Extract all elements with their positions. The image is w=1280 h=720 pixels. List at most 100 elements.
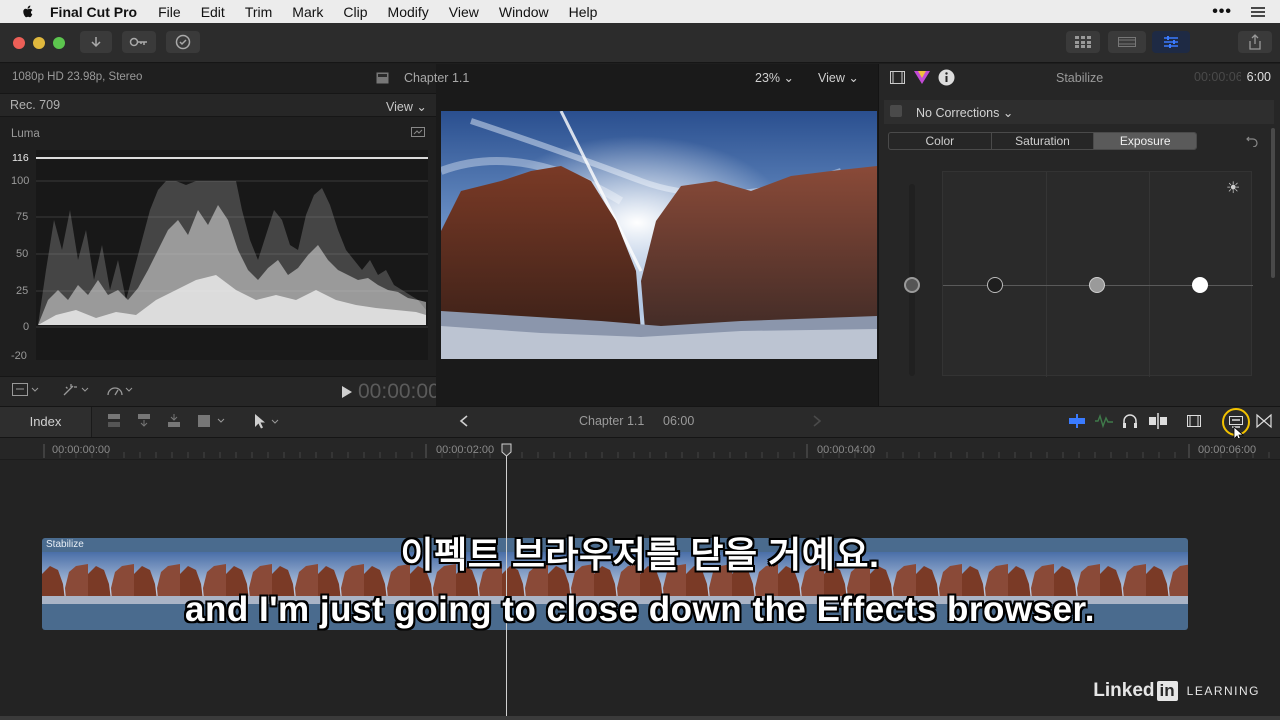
exposure-sun-icon: ☀ bbox=[1226, 180, 1241, 197]
ruler-label-2: 00:00:02:00 bbox=[436, 444, 495, 456]
index-button[interactable]: Index bbox=[0, 407, 92, 437]
control-center-icon[interactable] bbox=[1250, 5, 1266, 19]
close-window-button[interactable] bbox=[13, 37, 25, 49]
color-space-label: Rec. 709 bbox=[10, 98, 61, 112]
snapping-icon[interactable] bbox=[1148, 413, 1168, 429]
window-bottom-edge bbox=[0, 716, 1280, 720]
reset-icon[interactable] bbox=[1246, 135, 1258, 147]
check-circle-icon bbox=[175, 34, 191, 50]
zoom-value: 23% bbox=[755, 71, 781, 85]
insert-clip-icon[interactable] bbox=[136, 413, 152, 429]
scope-tick-25: 25 bbox=[16, 285, 29, 297]
append-clip-icon[interactable] bbox=[166, 413, 182, 429]
overwrite-menu[interactable] bbox=[196, 413, 228, 432]
menu-help[interactable]: Help bbox=[569, 4, 598, 20]
color-board-tabs: Color Saturation Exposure bbox=[888, 132, 1197, 150]
linkedin-brand: Linked bbox=[1093, 680, 1155, 701]
transform-menu[interactable] bbox=[62, 383, 92, 400]
headphones-icon[interactable] bbox=[1122, 413, 1138, 429]
tab-color[interactable]: Color bbox=[889, 133, 992, 149]
ruler-label-6: 00:00:06:00 bbox=[1198, 444, 1257, 456]
ruler-label-0: 00:00:00:00 bbox=[52, 444, 111, 456]
menu-modify[interactable]: Modify bbox=[388, 4, 429, 20]
key-icon bbox=[129, 37, 147, 47]
exposure-board bbox=[942, 171, 1253, 377]
menu-mark[interactable]: Mark bbox=[292, 4, 323, 20]
more-icon[interactable]: ••• bbox=[1212, 3, 1232, 21]
color-inspector-icon[interactable] bbox=[914, 71, 930, 84]
audio-skimming-icon[interactable] bbox=[1094, 413, 1114, 429]
clip-appearance-icon[interactable] bbox=[1186, 413, 1202, 429]
scope-header bbox=[0, 93, 436, 117]
connect-clip-icon[interactable] bbox=[106, 413, 122, 429]
timeline-ruler[interactable]: 00:00:00:00 00:00:02:00 00:00:04:00 00:0… bbox=[0, 438, 1280, 460]
tab-saturation[interactable]: Saturation bbox=[992, 133, 1095, 149]
zoom-menu[interactable]: 23% ⌄ bbox=[755, 70, 794, 85]
corrections-label: No Corrections bbox=[916, 106, 1000, 120]
scope-settings-icon[interactable] bbox=[411, 127, 425, 139]
share-icon bbox=[1249, 34, 1261, 50]
filmstrip-icon bbox=[1118, 37, 1136, 47]
speedometer-icon bbox=[107, 387, 133, 396]
menu-view[interactable]: View bbox=[449, 4, 479, 20]
scope-tick-116: 116 bbox=[12, 152, 29, 164]
inspector-scrollbar[interactable] bbox=[1271, 128, 1275, 278]
minimize-window-button[interactable] bbox=[33, 37, 45, 49]
menu-file[interactable]: File bbox=[158, 4, 181, 20]
viewer-view-label: View bbox=[818, 71, 845, 85]
forward-arrow-icon[interactable] bbox=[812, 415, 822, 427]
show-timeline-button[interactable] bbox=[1108, 31, 1146, 53]
share-button[interactable] bbox=[1238, 31, 1272, 53]
skimming-icon[interactable] bbox=[1067, 413, 1087, 429]
playhead-handle[interactable] bbox=[501, 443, 512, 457]
corrections-menu[interactable]: No Corrections ⌄ bbox=[916, 105, 1013, 120]
viewer-frame bbox=[441, 111, 877, 359]
subtitle-korean: 이펙트 브라우저를 닫을 거예요. bbox=[400, 534, 880, 575]
app-menu[interactable]: Final Cut Pro bbox=[50, 4, 137, 20]
play-icon[interactable] bbox=[342, 386, 352, 398]
video-inspector-icon[interactable] bbox=[890, 71, 905, 84]
corrections-checkbox[interactable] bbox=[890, 105, 902, 117]
show-inspector-button[interactable] bbox=[1152, 31, 1190, 53]
info-inspector-icon[interactable] bbox=[938, 69, 955, 86]
menu-window[interactable]: Window bbox=[499, 4, 549, 20]
import-button[interactable] bbox=[80, 31, 112, 53]
scope-type-label: Luma bbox=[11, 128, 40, 140]
zoom-window-button[interactable] bbox=[53, 37, 65, 49]
master-puck[interactable] bbox=[904, 277, 920, 293]
timeline-project-name: Chapter 1.1 bbox=[579, 414, 645, 428]
clip-icon bbox=[376, 72, 389, 84]
layout-menu[interactable] bbox=[12, 383, 40, 400]
scope-tick-75: 75 bbox=[16, 211, 29, 223]
scope-view-label: View bbox=[386, 100, 413, 114]
highlights-puck[interactable] bbox=[1192, 277, 1208, 293]
scope-tick-0: 0 bbox=[23, 321, 30, 333]
viewer-view-menu[interactable]: View ⌄ bbox=[818, 70, 859, 85]
menu-trim[interactable]: Trim bbox=[245, 4, 272, 20]
scope-tick-50: 50 bbox=[16, 248, 29, 260]
project-format: 1080p HD 23.98p, Stereo bbox=[12, 71, 143, 83]
back-arrow-icon[interactable] bbox=[459, 415, 469, 427]
playhead[interactable] bbox=[506, 444, 507, 716]
background-tasks-button[interactable] bbox=[166, 31, 200, 53]
tab-exposure[interactable]: Exposure bbox=[1094, 133, 1196, 149]
overwrite-clip-icon bbox=[198, 415, 225, 427]
magic-wand-icon bbox=[63, 384, 89, 396]
menu-edit[interactable]: Edit bbox=[201, 4, 225, 20]
timeline-project-duration: 06:00 bbox=[663, 414, 695, 428]
scope-view-menu[interactable]: View ⌄ bbox=[386, 99, 427, 114]
menu-clip[interactable]: Clip bbox=[343, 4, 367, 20]
luma-waveform bbox=[36, 150, 428, 360]
inspector-title: Stabilize bbox=[1056, 71, 1104, 85]
midtones-puck[interactable] bbox=[1089, 277, 1105, 293]
shadows-puck[interactable] bbox=[987, 277, 1003, 293]
viewer-clip-name: Chapter 1.1 bbox=[404, 71, 470, 85]
apple-icon[interactable] bbox=[20, 4, 36, 20]
arrow-tool-icon bbox=[255, 414, 279, 429]
transitions-browser-icon[interactable] bbox=[1256, 413, 1272, 429]
ruler-label-4: 00:00:04:00 bbox=[817, 444, 876, 456]
retime-menu[interactable] bbox=[106, 383, 136, 400]
keywords-button[interactable] bbox=[122, 31, 156, 53]
tool-menu[interactable] bbox=[252, 412, 282, 433]
show-browser-button[interactable] bbox=[1066, 31, 1100, 53]
